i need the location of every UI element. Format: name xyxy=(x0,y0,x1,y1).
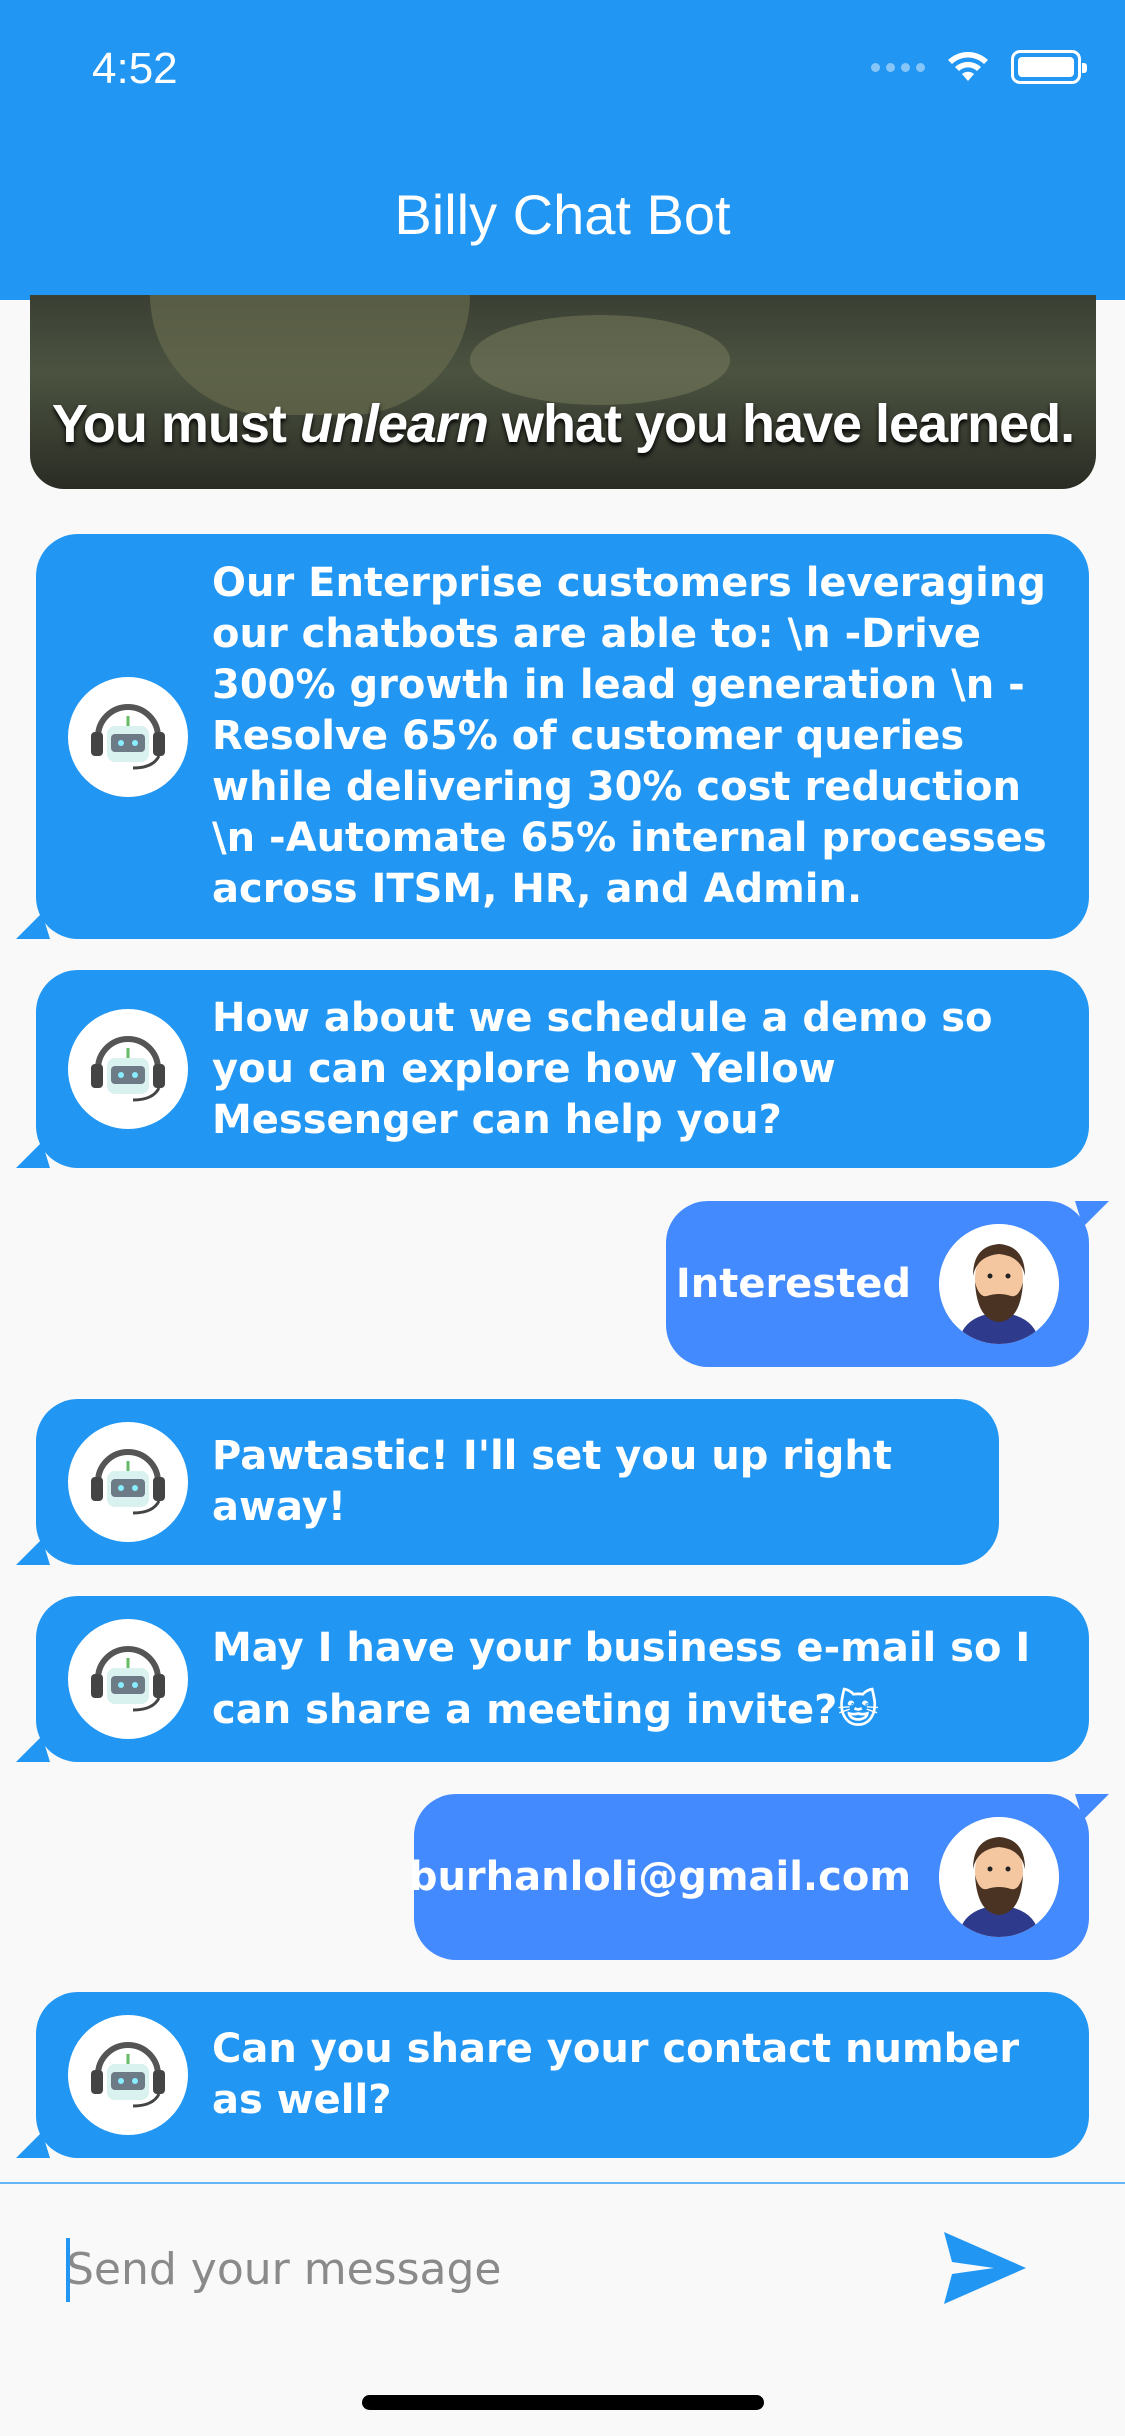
send-icon[interactable] xyxy=(942,2228,1028,2308)
bot-message: May I have your business e-mail so I can… xyxy=(16,1596,1089,1762)
bot-avatar xyxy=(68,2015,188,2135)
home-indicator[interactable] xyxy=(362,2395,764,2410)
bot-message: Pawtastic! I'll set you up right away! xyxy=(16,1399,999,1565)
message-text: How about we schedule a demo so you can … xyxy=(212,994,993,1143)
message-text: Our Enterprise customers leveraging our … xyxy=(212,560,1047,912)
gif-image[interactable]: You must unlearn what you have learned. xyxy=(30,295,1096,489)
app-header: 4:52 Billy Chat Bot xyxy=(0,0,1125,300)
bot-message: Our Enterprise customers leveraging our … xyxy=(16,534,1089,939)
bot-avatar xyxy=(68,1619,188,1739)
message-text: burhanloli@gmail.com xyxy=(408,1853,911,1900)
user-avatar xyxy=(939,1224,1059,1344)
bot-message: How about we schedule a demo so you can … xyxy=(16,970,1089,1168)
gif-caption: You must unlearn what you have learned. xyxy=(51,394,1075,454)
message-text: Pawtastic! I'll set you up right away! xyxy=(212,1433,892,1530)
status-icons xyxy=(871,50,1087,84)
message-text: May I have your business e-mail so I can… xyxy=(212,1625,1031,1733)
bot-message: Can you share your contact number as wel… xyxy=(16,1992,1089,2158)
user-message: burhanloli@gmail.com xyxy=(409,1794,1109,1960)
user-avatar xyxy=(939,1817,1059,1937)
wifi-icon xyxy=(948,52,988,81)
text-caret xyxy=(66,2238,70,2302)
message-text: Can you share your contact number as wel… xyxy=(212,2026,1020,2123)
message-input[interactable] xyxy=(66,2234,886,2304)
user-message: Interested xyxy=(666,1201,1109,1367)
status-time: 4:52 xyxy=(92,44,178,93)
battery-icon xyxy=(1011,50,1087,84)
message-text: Interested xyxy=(675,1260,911,1307)
page-title: Billy Chat Bot xyxy=(394,183,731,246)
bot-avatar xyxy=(68,1009,188,1129)
bot-avatar xyxy=(68,676,188,797)
bot-avatar xyxy=(68,1422,188,1542)
signal-icon xyxy=(871,62,925,72)
